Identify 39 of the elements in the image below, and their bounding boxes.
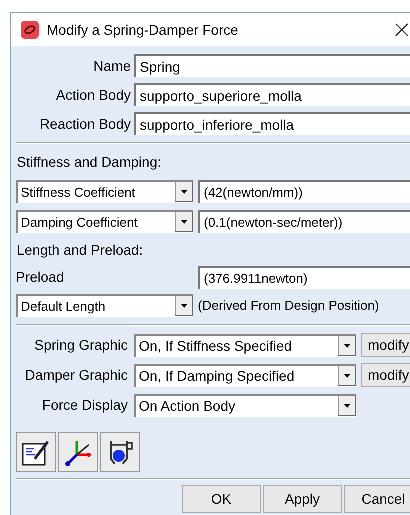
- text-field[interactable]: supporto_superiore_molla: [134, 83, 410, 106]
- dialog-button[interactable]: OK: [182, 485, 261, 513]
- dropdown[interactable]: Default Length: [16, 294, 193, 316]
- dialog-button[interactable]: Cancel: [344, 485, 410, 513]
- caret-icon: [180, 220, 188, 224]
- dropdown[interactable]: On, If Damping Specified: [134, 364, 356, 386]
- text-field[interactable]: Spring: [134, 54, 410, 77]
- dropdown[interactable]: On Action Body: [134, 394, 356, 416]
- dropdown[interactable]: Stiffness Coefficient: [16, 180, 193, 202]
- field-label: Spring Graphic: [34, 337, 129, 353]
- window-title: Modify a Spring-Damper Force: [47, 22, 240, 38]
- field-label: Reaction Body: [38, 116, 132, 132]
- section-heading: Length and Preload:: [16, 241, 144, 260]
- field-label: Force Display: [41, 397, 129, 413]
- close-icon[interactable]: [395, 22, 409, 36]
- app-icon: [21, 20, 39, 38]
- caret-icon: [344, 344, 350, 348]
- modify-button[interactable]: modify: [361, 333, 410, 357]
- text-field[interactable]: (0.1(newton-sec/meter)): [198, 210, 410, 232]
- field-label: Action Body: [55, 86, 132, 102]
- dropdown[interactable]: On, If Stiffness Specified: [134, 334, 356, 356]
- toolbar-button[interactable]: [16, 432, 56, 472]
- field-label: Name: [92, 58, 132, 74]
- text-field[interactable]: (42(newton/mm)): [198, 180, 410, 202]
- text-field[interactable]: supporto_inferiore_molla: [134, 112, 410, 135]
- text-field[interactable]: (376.9911newton): [198, 266, 410, 288]
- modify-button[interactable]: modify: [361, 363, 410, 387]
- caret-icon: [180, 190, 188, 194]
- caret-icon: [180, 304, 188, 308]
- dropdown[interactable]: Damping Coefficient: [16, 210, 193, 232]
- field-label: Damper Graphic: [24, 367, 129, 383]
- field-label: Preload: [16, 269, 66, 285]
- toolbar-button[interactable]: [100, 432, 140, 472]
- caret-icon: [344, 404, 350, 408]
- toolbar-button[interactable]: [58, 432, 98, 472]
- section-heading: Stiffness and Damping:: [16, 153, 162, 172]
- note-text: (Derived From Design Position): [198, 298, 380, 312]
- dialog-button[interactable]: Apply: [263, 485, 342, 513]
- caret-icon: [344, 374, 350, 378]
